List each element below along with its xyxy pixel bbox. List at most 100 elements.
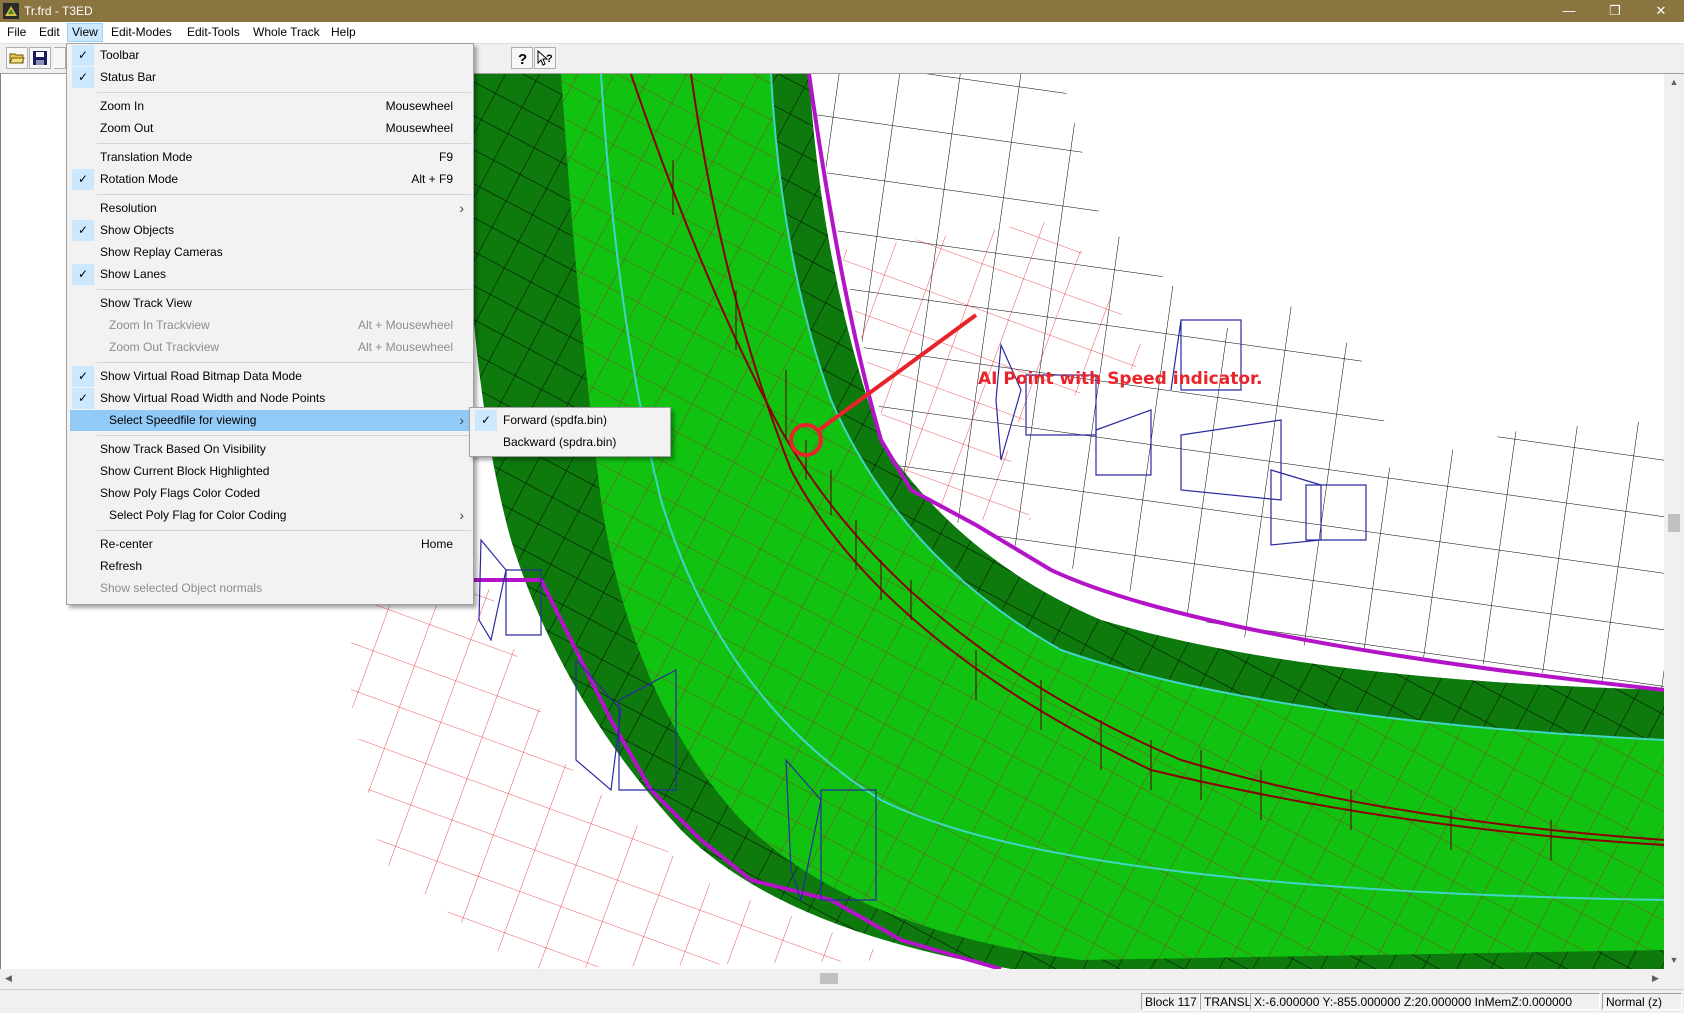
menu-file[interactable]: File: [3, 24, 30, 41]
menu-item-label: Zoom In Trackview: [109, 318, 210, 332]
menu-item-toolbar[interactable]: ✓ Toolbar: [70, 45, 470, 66]
menu-bar: File Edit View Edit-Modes Edit-Tools Who…: [0, 22, 1684, 44]
menu-edit[interactable]: Edit: [35, 24, 64, 41]
menu-item-select-poly-flag[interactable]: Select Poly Flag for Color Coding ›: [70, 505, 470, 526]
menu-item-show-vroad-bitmap[interactable]: ✓ Show Virtual Road Bitmap Data Mode: [70, 366, 470, 387]
menu-separator: [97, 530, 471, 531]
checkmark-icon: ✓: [72, 169, 94, 190]
menu-item-show-replay-cameras[interactable]: Show Replay Cameras: [70, 242, 470, 263]
menu-item-status-bar[interactable]: ✓ Status Bar: [70, 67, 470, 88]
app-icon: [3, 3, 19, 19]
menu-item-recenter[interactable]: Re-center Home: [70, 534, 470, 555]
menu-separator: [97, 92, 471, 93]
help-button[interactable]: ?: [511, 47, 533, 69]
menu-item-label: Forward (spdfa.bin): [503, 413, 608, 427]
menu-item-shortcut: F9: [438, 150, 453, 164]
menu-item-show-track-visibility[interactable]: Show Track Based On Visibility: [70, 439, 470, 460]
status-block: Block 117: [1141, 993, 1200, 1010]
submenu-arrow-icon: ›: [459, 412, 464, 428]
context-help-button[interactable]: ?: [534, 47, 556, 69]
menu-item-backward-speedfile[interactable]: Backward (spdra.bin): [473, 432, 667, 453]
help-icon: ?: [518, 51, 527, 66]
minimize-button[interactable]: —: [1546, 0, 1592, 22]
menu-item-label: Show Track Based On Visibility: [100, 442, 266, 456]
menu-separator: [97, 289, 471, 290]
annotation-text: AI Point with Speed indicator.: [978, 369, 1263, 389]
status-view: Normal (z): [1602, 993, 1682, 1010]
menu-separator: [97, 194, 471, 195]
menu-item-show-objects[interactable]: ✓ Show Objects: [70, 220, 470, 241]
menu-item-zoom-in[interactable]: Zoom In Mousewheel: [70, 96, 470, 117]
menu-item-shortcut: Alt + Mousewheel: [357, 340, 453, 354]
context-help-icon: ?: [537, 50, 553, 66]
menu-edit-tools[interactable]: Edit-Tools: [183, 24, 244, 41]
menu-edit-modes[interactable]: Edit-Modes: [107, 24, 176, 41]
menu-item-rotation-mode[interactable]: ✓ Rotation Mode Alt + F9: [70, 169, 470, 190]
menu-item-show-lanes[interactable]: ✓ Show Lanes: [70, 264, 470, 285]
menu-item-label: Show selected Object normals: [100, 581, 263, 595]
menu-help[interactable]: Help: [327, 24, 360, 41]
menu-item-label: Refresh: [100, 559, 143, 573]
menu-item-label: Zoom In: [100, 99, 145, 113]
checkmark-icon: ✓: [72, 366, 94, 387]
vertical-scrollbar[interactable]: ▲ ▼: [1664, 74, 1684, 969]
menu-item-show-object-normals: Show selected Object normals: [70, 578, 470, 599]
checkmark-icon: ✓: [72, 220, 94, 241]
menu-item-select-speedfile[interactable]: Select Speedfile for viewing ›: [70, 410, 470, 431]
svg-text:?: ?: [546, 53, 553, 65]
submenu-arrow-icon: ›: [459, 507, 464, 523]
menu-item-resolution[interactable]: Resolution ›: [70, 198, 470, 219]
menu-item-label: Backward (spdra.bin): [503, 435, 617, 449]
menu-item-zoom-out[interactable]: Zoom Out Mousewheel: [70, 118, 470, 139]
horizontal-scrollbar[interactable]: ◀ ▶: [0, 969, 1664, 988]
menu-item-label: Show Poly Flags Color Coded: [100, 486, 261, 500]
save-icon: [33, 51, 47, 65]
menu-item-forward-speedfile[interactable]: ✓ Forward (spdfa.bin): [473, 410, 667, 431]
menu-item-label: Show Objects: [100, 223, 175, 237]
menu-whole-track[interactable]: Whole Track: [249, 24, 324, 41]
maximize-button[interactable]: ❐: [1592, 0, 1638, 22]
checkmark-icon: ✓: [475, 410, 497, 431]
submenu-arrow-icon: ›: [459, 200, 464, 216]
menu-item-label: Toolbar: [100, 48, 140, 62]
close-button[interactable]: ✕: [1638, 0, 1684, 22]
menu-item-show-current-block[interactable]: Show Current Block Highlighted: [70, 461, 470, 482]
menu-item-label: Rotation Mode: [100, 172, 179, 186]
svg-text:?: ?: [518, 51, 527, 66]
status-coords: X:-6.000000 Y:-855.000000 Z:20.000000 In…: [1250, 993, 1600, 1010]
scroll-down-icon[interactable]: ▼: [1664, 952, 1684, 969]
menu-item-shortcut: Mousewheel: [385, 99, 453, 113]
menu-item-label: Resolution: [100, 201, 157, 215]
menu-item-show-vroad-width[interactable]: ✓ Show Virtual Road Width and Node Point…: [70, 388, 470, 409]
menu-item-label: Select Poly Flag for Color Coding: [109, 508, 287, 522]
menu-item-label: Status Bar: [100, 70, 157, 84]
menu-item-translation-mode[interactable]: Translation Mode F9: [70, 147, 470, 168]
speedfile-submenu: ✓ Forward (spdfa.bin) Backward (spdra.bi…: [469, 407, 671, 457]
menu-item-label: Show Current Block Highlighted: [100, 464, 270, 478]
menu-item-shortcut: Mousewheel: [385, 121, 453, 135]
menu-item-label: Show Virtual Road Bitmap Data Mode: [100, 369, 302, 383]
save-button[interactable]: [29, 47, 51, 69]
toolbar-button-partial[interactable]: [54, 47, 66, 69]
menu-item-refresh[interactable]: Refresh: [70, 556, 470, 577]
menu-item-shortcut: Alt + F9: [411, 172, 453, 186]
menu-item-label: Show Virtual Road Width and Node Points: [100, 391, 326, 405]
menu-item-show-poly-flags[interactable]: Show Poly Flags Color Coded: [70, 483, 470, 504]
menu-view[interactable]: View: [67, 23, 103, 42]
vertical-scroll-thumb[interactable]: [1668, 514, 1680, 532]
status-mode: TRANSL: [1200, 993, 1251, 1010]
open-button[interactable]: [6, 47, 28, 69]
scroll-left-icon[interactable]: ◀: [0, 969, 17, 988]
menu-item-zoom-in-trackview: Zoom In Trackview Alt + Mousewheel: [70, 315, 470, 336]
menu-separator: [97, 435, 471, 436]
menu-item-shortcut: Home: [420, 537, 453, 551]
menu-item-label: Show Lanes: [100, 267, 167, 281]
menu-item-label: Re-center: [100, 537, 153, 551]
scroll-up-icon[interactable]: ▲: [1664, 74, 1684, 91]
window-title: Tr.frd - T3ED: [24, 4, 93, 18]
checkmark-icon: ✓: [72, 45, 94, 66]
menu-item-show-track-view[interactable]: Show Track View: [70, 293, 470, 314]
scroll-right-icon[interactable]: ▶: [1647, 969, 1664, 988]
horizontal-scroll-thumb[interactable]: [820, 973, 838, 984]
menu-item-label: Show Replay Cameras: [100, 245, 223, 259]
